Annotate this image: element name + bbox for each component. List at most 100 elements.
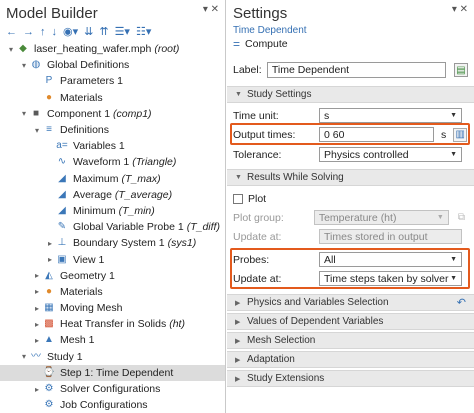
- update-at-value-1: Times stored in output: [324, 230, 428, 243]
- collapsed-section-icon: ▶: [235, 337, 241, 345]
- probes-dropdown[interactable]: All ▼: [319, 252, 462, 267]
- collapsed-section-icon: ▶: [235, 318, 241, 326]
- collapse-arrow-icon[interactable]: ▸: [32, 304, 42, 313]
- physics-selection-section[interactable]: ▶ Physics and Variables Selection ↶: [227, 294, 474, 311]
- tree-node-tag: (T_diff): [186, 221, 220, 234]
- tree-node[interactable]: ◢ Maximum (T_max): [0, 171, 225, 187]
- tree-node[interactable]: P Parameters 1: [0, 73, 225, 89]
- tree-node[interactable]: ◢ Average (T_average): [0, 187, 225, 203]
- adaptation-section[interactable]: ▶ Adaptation: [227, 351, 474, 368]
- update-at-dropdown-1[interactable]: Times stored in output: [319, 229, 462, 244]
- settings-window-controls[interactable]: ▾ ✕: [452, 4, 468, 15]
- tree-node[interactable]: ⚙ Job Configurations: [0, 397, 225, 413]
- update-at-label-2: Update at:: [233, 272, 282, 285]
- study-extensions-section[interactable]: ▶ Study Extensions: [227, 370, 474, 387]
- tree-node[interactable]: ▸ ● Materials: [0, 284, 225, 300]
- definitions-icon: ≡: [46, 124, 52, 136]
- tree-node-label: Parameters 1: [60, 75, 124, 88]
- tree-node-tag: (T_max): [121, 172, 161, 185]
- tree-view-options-icon[interactable]: ☷▾: [136, 25, 151, 39]
- tree-node-label: Solver Configurations: [60, 383, 161, 396]
- minimum-icon: ◢: [58, 204, 66, 216]
- move-up-icon[interactable]: ↑: [40, 25, 46, 39]
- model-builder-pane: Model Builder ▾ ✕ ← → ↑ ↓ ◉▾ ⇊ ⇈ ☰▾ ☷▾ ▾…: [0, 0, 226, 413]
- range-icon[interactable]: ▥: [453, 127, 468, 142]
- collapse-arrow-icon[interactable]: ▸: [45, 239, 55, 248]
- move-down-icon[interactable]: ↓: [52, 25, 58, 39]
- compute-button[interactable]: = Compute: [227, 37, 474, 51]
- tree-node[interactable]: ⌚ Step 1: Time Dependent: [0, 364, 225, 381]
- tree-node[interactable]: ▸ ▣ View 1: [0, 251, 225, 267]
- show-options-icon[interactable]: ◉▾: [63, 25, 78, 39]
- label-input[interactable]: Time Dependent: [266, 62, 447, 78]
- output-times-input[interactable]: 0 60: [319, 127, 434, 142]
- update-at-dropdown-2[interactable]: Time steps taken by solver ▼: [319, 271, 462, 286]
- tree-node[interactable]: ◢ Minimum (T_min): [0, 203, 225, 219]
- forward-arrow-icon[interactable]: →: [23, 25, 34, 39]
- time-unit-dropdown[interactable]: s ▼: [319, 108, 462, 123]
- expand-tree-icon[interactable]: ⇈: [99, 25, 108, 39]
- tree-node[interactable]: a= Variables 1: [0, 138, 225, 154]
- probes-label: Probes:: [233, 253, 270, 266]
- collapse-arrow-icon[interactable]: ▸: [32, 320, 42, 329]
- tree-node[interactable]: ∿ Waveform 1 (Triangle): [0, 154, 225, 170]
- back-arrow-icon[interactable]: ←: [6, 25, 17, 39]
- tree-node[interactable]: ▸ ◭ Geometry 1: [0, 268, 225, 284]
- expanded-section-icon: ▼: [235, 174, 242, 181]
- tree-node-tag: (comp1): [113, 107, 152, 120]
- mesh-selection-section[interactable]: ▶ Mesh Selection: [227, 332, 474, 349]
- solver-configurations-icon: ⚙: [44, 383, 54, 395]
- tree-list-icon[interactable]: ☰▾: [115, 25, 130, 39]
- tree-node[interactable]: ▾ ■ Component 1 (comp1): [0, 106, 225, 122]
- materials-icon: ●: [45, 91, 53, 103]
- reset-icon[interactable]: ↶: [457, 296, 466, 309]
- compute-icon: =: [233, 37, 241, 51]
- tolerance-value: Physics controlled: [324, 148, 409, 161]
- dependent-values-header: Values of Dependent Variables: [247, 316, 384, 327]
- tree-node[interactable]: ▸ ⚙ Solver Configurations: [0, 381, 225, 397]
- collapse-tree-icon[interactable]: ⇊: [84, 25, 93, 39]
- tree-node[interactable]: ▸ ▩ Heat Transfer in Solids (ht): [0, 316, 225, 332]
- expand-arrow-icon[interactable]: ▾: [6, 45, 16, 54]
- mesh-selection-header: Mesh Selection: [247, 335, 316, 346]
- plot-group-dropdown[interactable]: Temperature (ht) ▼: [313, 210, 449, 225]
- tree-node[interactable]: ▾ 〰 Study 1: [0, 349, 225, 365]
- collapse-arrow-icon[interactable]: ▸: [45, 255, 55, 264]
- time-unit-row: Time unit: s ▼: [233, 107, 468, 124]
- tree-node[interactable]: ● Materials: [0, 90, 225, 106]
- collapse-arrow-icon[interactable]: ▸: [32, 287, 42, 296]
- tree-node[interactable]: ✎ Global Variable Probe 1 (T_diff): [0, 219, 225, 235]
- results-while-solving-section[interactable]: ▼ Results While Solving: [227, 169, 474, 186]
- collapse-arrow-icon[interactable]: ▸: [32, 385, 42, 394]
- dropdown-arrow-icon: ▼: [450, 275, 457, 282]
- dependent-values-section[interactable]: ▶ Values of Dependent Variables: [227, 313, 474, 330]
- tree-node-tag: (root): [154, 43, 180, 56]
- expand-arrow-icon[interactable]: ▾: [19, 61, 29, 70]
- expand-arrow-icon[interactable]: ▾: [19, 109, 29, 118]
- go-to-source-icon[interactable]: ⧉: [455, 211, 468, 225]
- rename-icon[interactable]: ▤: [454, 63, 468, 77]
- expand-arrow-icon[interactable]: ▾: [19, 352, 29, 361]
- study-settings-header: Study Settings: [247, 89, 312, 100]
- average-icon: ◢: [58, 188, 66, 200]
- tree-node[interactable]: ▸ ▦ Moving Mesh: [0, 300, 225, 316]
- update-at-value-2: Time steps taken by solver: [324, 272, 449, 285]
- collapse-arrow-icon[interactable]: ▸: [32, 336, 42, 345]
- tree-node[interactable]: ▾ ◍ Global Definitions: [0, 57, 225, 73]
- tolerance-dropdown[interactable]: Physics controlled ▼: [319, 147, 462, 162]
- tolerance-row: Tolerance: Physics controlled ▼: [233, 146, 468, 163]
- tree-node[interactable]: ▸ ▲ Mesh 1: [0, 332, 225, 348]
- expand-arrow-icon[interactable]: ▾: [32, 126, 42, 135]
- plot-row: Plot: [233, 190, 468, 207]
- model-builder-window-controls[interactable]: ▾ ✕: [203, 4, 219, 15]
- collapse-arrow-icon[interactable]: ▸: [32, 271, 42, 280]
- tree-node[interactable]: ▸ ⊥ Boundary System 1 (sys1): [0, 235, 225, 251]
- tree-node[interactable]: ▾ ◆ laser_heating_wafer.mph (root): [0, 41, 225, 57]
- tree-node[interactable]: ▾ ≡ Definitions: [0, 122, 225, 138]
- plot-checkbox[interactable]: [233, 193, 243, 204]
- boundary-system-icon: ⊥: [57, 237, 67, 249]
- study-settings-section[interactable]: ▼ Study Settings: [227, 86, 474, 103]
- plot-group-label: Plot group:: [233, 211, 284, 224]
- dropdown-arrow-icon: ▼: [450, 112, 457, 119]
- moving-mesh-icon: ▦: [44, 302, 54, 314]
